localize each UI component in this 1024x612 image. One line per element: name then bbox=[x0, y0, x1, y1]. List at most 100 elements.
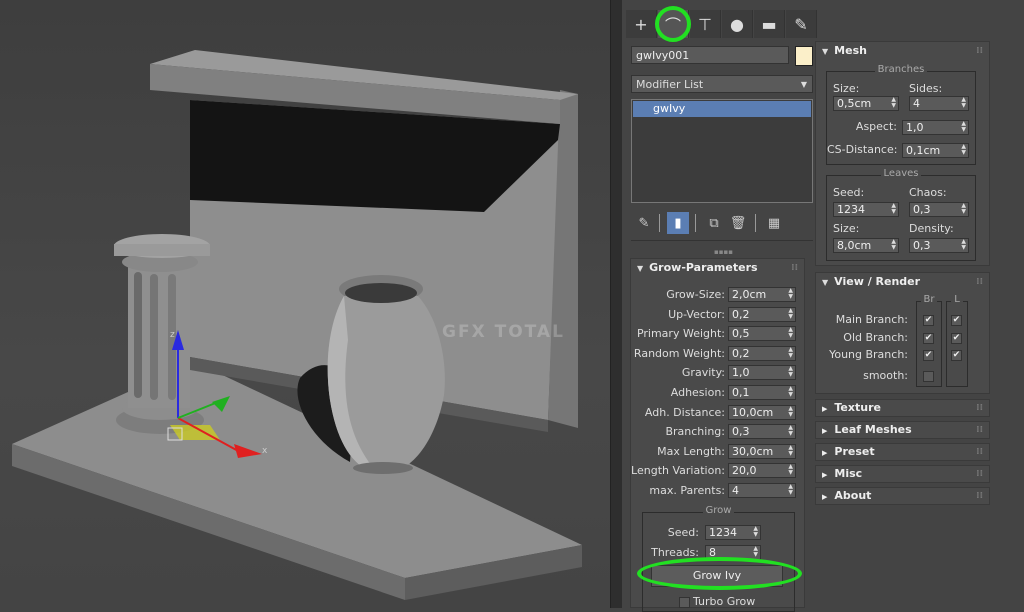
pin-stack-icon[interactable]: ✎ bbox=[633, 212, 655, 234]
make-unique-icon[interactable]: ⧉ bbox=[703, 212, 725, 234]
object-name-field[interactable]: gwIvy001 bbox=[631, 46, 789, 64]
display-tab[interactable]: ▬ bbox=[754, 10, 785, 38]
chaos-spinner[interactable]: 0,3 ▲ ▼ bbox=[909, 202, 969, 217]
spinner-arrows-icon: ▲ ▼ bbox=[788, 443, 793, 457]
motion-tab[interactable]: ● bbox=[722, 10, 753, 38]
utilities-tab[interactable]: ✎ bbox=[786, 10, 817, 38]
spinner-arrows-icon: ▲ ▼ bbox=[961, 143, 966, 156]
render-l-checkbox[interactable]: ✔ bbox=[951, 315, 962, 326]
leaf-seed-label: Seed: bbox=[833, 186, 865, 199]
grip-icon: ⁞⁞ bbox=[791, 263, 798, 273]
grip-icon: ⁞⁞ bbox=[976, 277, 983, 287]
grow-param-label: Branching: bbox=[665, 425, 725, 439]
spinner-arrows-icon: ▲ ▼ bbox=[891, 202, 896, 215]
rollout-leaf-meshes[interactable]: ▶ Leaf Meshes ⁞⁞ bbox=[815, 421, 990, 439]
grow-param-value: 0,2 bbox=[732, 346, 750, 360]
stack-toolbar: ✎ ▮ ⧉ 🗑 ▦ bbox=[631, 212, 813, 234]
axis-label-z: z bbox=[170, 330, 175, 340]
toolbar-separator bbox=[755, 214, 756, 232]
render-l-checkbox[interactable]: ✔ bbox=[951, 332, 962, 344]
render-l-checkbox[interactable]: ✔ bbox=[951, 350, 962, 361]
grow-param-value: 30,0cm bbox=[732, 444, 774, 458]
render-br-checkbox[interactable]: ✔ bbox=[923, 332, 934, 344]
grow-param-value: 10,0cm bbox=[732, 405, 774, 419]
expand-triangle-icon: ▶ bbox=[822, 471, 828, 479]
mesh-header[interactable]: ▼ Mesh ⁞⁞ bbox=[816, 42, 989, 60]
rollout-misc[interactable]: ▶ Misc ⁞⁞ bbox=[815, 465, 990, 483]
l-column-group: L bbox=[946, 294, 968, 387]
leaf-size-spinner[interactable]: 8,0cm ▲ ▼ bbox=[833, 238, 899, 253]
motion-icon: ● bbox=[730, 14, 744, 34]
grow-param-spinner[interactable]: 20,0 ▲ ▼ bbox=[728, 463, 796, 479]
grip-icon: ⁞⁞ bbox=[976, 46, 983, 56]
perspective-viewport[interactable]: GFX TOTAL z x bbox=[0, 0, 610, 608]
object-color-swatch[interactable] bbox=[795, 46, 813, 66]
grow-param-label: Gravity: bbox=[681, 366, 725, 380]
grow-param-spinner[interactable]: 0,1 ▲ ▼ bbox=[728, 385, 796, 400]
grow-ivy-button[interactable]: Grow Ivy bbox=[651, 565, 783, 587]
aspect-spinner[interactable]: 1,0 ▲ ▼ bbox=[902, 120, 969, 135]
axis-label-x: x bbox=[262, 446, 268, 456]
configure-sets-icon[interactable]: ▦ bbox=[763, 212, 785, 234]
stack-item-gwivy[interactable]: gwIvy bbox=[633, 101, 811, 117]
grow-param-spinner[interactable]: 1,0 ▲ ▼ bbox=[728, 365, 796, 381]
view-render-header[interactable]: ▼ View / Render ⁞⁞ bbox=[816, 273, 989, 291]
hierarchy-tab[interactable]: ⊤ bbox=[690, 10, 721, 38]
modifier-list-dropdown[interactable]: Modifier List ▼ bbox=[631, 75, 813, 93]
density-label: Density: bbox=[909, 222, 954, 235]
grip-icon: ⁞⁞ bbox=[976, 491, 983, 501]
grip-icon: ⁞⁞ bbox=[976, 403, 983, 413]
threads-spinner[interactable]: 8 ▲ ▼ bbox=[705, 545, 761, 560]
modifier-list-label: Modifier List bbox=[636, 78, 704, 91]
leaf-size-value: 8,0cm bbox=[837, 239, 872, 252]
spinner-arrows-icon: ▲ ▼ bbox=[788, 326, 793, 340]
rollout-preset[interactable]: ▶ Preset ⁞⁞ bbox=[815, 443, 990, 461]
render-row-label: Old Branch: bbox=[843, 330, 908, 344]
grow-param-spinner[interactable]: 0,3 ▲ ▼ bbox=[728, 424, 796, 440]
leaf-seed-spinner[interactable]: 1234 ▲ ▼ bbox=[833, 202, 899, 217]
grow-parameters-header[interactable]: ▼ Grow-Parameters ⁞⁞ bbox=[631, 259, 804, 277]
spinner-arrows-icon: ▲ ▼ bbox=[788, 483, 793, 496]
grow-param-value: 2,0cm bbox=[732, 288, 767, 301]
turbo-grow-checkbox[interactable] bbox=[679, 597, 690, 608]
grow-param-spinner[interactable]: 0,2 ▲ ▼ bbox=[728, 345, 796, 361]
create-tab[interactable]: + bbox=[626, 10, 657, 38]
spinner-arrows-icon: ▲ ▼ bbox=[753, 545, 758, 558]
spinner-arrows-icon: ▲ ▼ bbox=[788, 404, 793, 418]
watermark-text: GFX TOTAL bbox=[442, 322, 565, 342]
grow-seed-spinner[interactable]: 1234 ▲ ▼ bbox=[705, 525, 761, 540]
rollout-title: Misc bbox=[834, 467, 863, 480]
grow-param-spinner[interactable]: 4 ▲ ▼ bbox=[728, 483, 796, 498]
turbo-grow-label: Turbo Grow bbox=[693, 595, 756, 608]
smooth-checkbox[interactable] bbox=[923, 371, 934, 382]
grow-param-label: Primary Weight: bbox=[636, 327, 725, 341]
grow-param-spinner[interactable]: 30,0cm ▲ ▼ bbox=[728, 443, 796, 459]
branch-size-spinner[interactable]: 0,5cm ▲ ▼ bbox=[833, 96, 899, 111]
branch-sides-spinner[interactable]: 4 ▲ ▼ bbox=[909, 96, 969, 111]
grow-param-spinner[interactable]: 0,2 ▲ ▼ bbox=[728, 306, 796, 322]
rollout-about[interactable]: ▶ About ⁞⁞ bbox=[815, 487, 990, 505]
density-spinner[interactable]: 0,3 ▲ ▼ bbox=[909, 238, 969, 253]
cs-distance-spinner[interactable]: 0,1cm ▲ ▼ bbox=[902, 143, 969, 158]
remove-modifier-icon[interactable]: 🗑 bbox=[727, 212, 749, 234]
rollout-title: Texture bbox=[834, 401, 881, 414]
grow-param-spinner[interactable]: 10,0cm ▲ ▼ bbox=[728, 404, 796, 420]
cs-distance-value: 0,1cm bbox=[906, 144, 941, 157]
spinner-arrows-icon: ▲ ▼ bbox=[788, 345, 793, 359]
grow-param-spinner[interactable]: 0,5 ▲ ▼ bbox=[728, 326, 796, 342]
toolbar-separator bbox=[695, 214, 696, 232]
modifier-stack[interactable]: gwIvy bbox=[631, 99, 813, 203]
grow-param-label: max. Parents: bbox=[649, 484, 725, 497]
modify-tab[interactable]: ⌒ bbox=[658, 10, 689, 38]
grow-param-value: 20,0 bbox=[732, 464, 757, 478]
render-br-checkbox[interactable]: ✔ bbox=[923, 350, 934, 361]
render-br-checkbox[interactable]: ✔ bbox=[923, 315, 934, 326]
hierarchy-icon: ⊤ bbox=[698, 14, 712, 34]
show-end-result-icon[interactable]: ▮ bbox=[667, 212, 689, 234]
resize-grip-icon[interactable]: ▪▪▪▪ bbox=[714, 248, 733, 256]
grow-param-spinner[interactable]: 2,0cm ▲ ▼ bbox=[728, 287, 796, 302]
rollout-texture[interactable]: ▶ Texture ⁞⁞ bbox=[815, 399, 990, 417]
spinner-arrows-icon: ▲ ▼ bbox=[961, 120, 966, 133]
branch-sides-value: 4 bbox=[913, 97, 920, 110]
command-panel-tabs: + ⌒ ⊤ ● ▬ ✎ bbox=[622, 10, 1024, 38]
